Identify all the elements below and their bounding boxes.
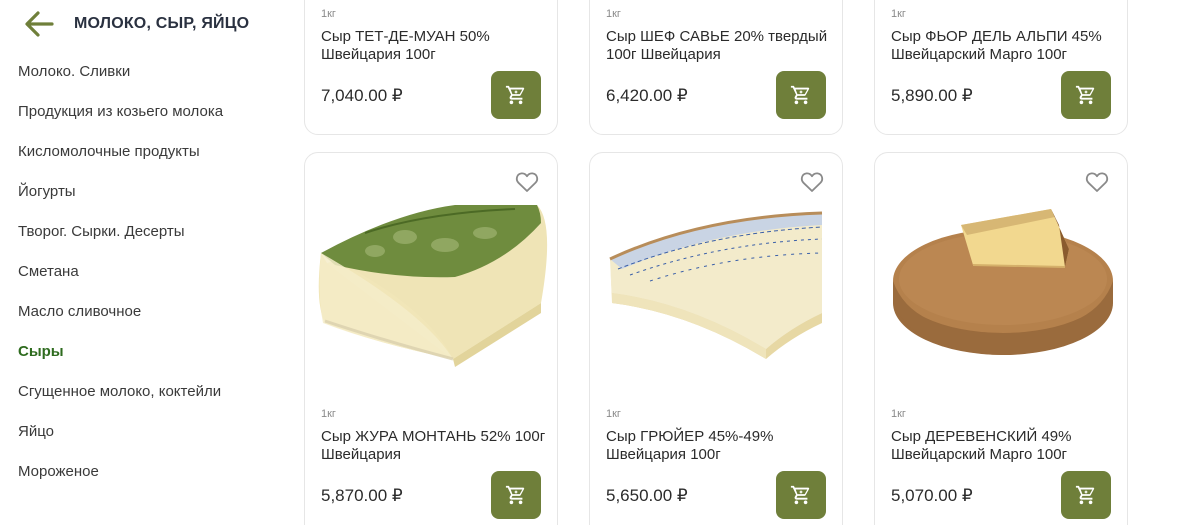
sidebar-item-yogurts[interactable]: Йогурты [18,172,223,212]
sidebar-item-eggs[interactable]: Яйцо [18,412,223,452]
product-card[interactable]: 1кг Сыр ДЕРЕВЕНСКИЙ 49% Швейцарский Марг… [874,152,1128,525]
sidebar-item-milk-cream[interactable]: Молоко. Сливки [18,52,223,92]
product-card[interactable]: 1кг Сыр ШЕФ САВЬЕ 20% твердый 100г Швейц… [589,0,843,135]
sidebar-item-butter[interactable]: Масло сливочное [18,292,223,332]
category-sidebar: МОЛОКО, СЫР, ЯЙЦО Молоко. Сливки Продукц… [0,0,290,525]
product-card[interactable]: 1кг Сыр ЖУРА МОНТАНЬ 52% 100г Швейцария … [304,152,558,525]
add-to-cart-button[interactable] [491,71,541,119]
favorite-button[interactable] [800,171,826,195]
sidebar-item-cheeses[interactable]: Сыры [18,332,223,372]
product-name[interactable]: Сыр ФЬОР ДЕЛЬ АЛЬПИ 45% Швейцарский Марг… [891,28,1121,64]
product-grid: 1кг Сыр ТЕТ-ДЕ-МУАН 50% Швейцария 100г 7… [304,0,1134,525]
add-to-cart-button[interactable] [1061,71,1111,119]
product-weight: 1кг [321,8,336,20]
cart-icon [790,85,810,105]
favorite-button[interactable] [515,171,541,195]
sidebar-header: МОЛОКО, СЫР, ЯЙЦО [22,6,249,42]
product-card[interactable]: 1кг Сыр ГРЮЙЕР 45%-49% Швейцария 100г 5,… [589,152,843,525]
add-to-cart-button[interactable] [776,71,826,119]
cart-icon [505,85,525,105]
product-price: 7,040.00 ₽ [321,86,403,105]
product-price: 5,650.00 ₽ [606,486,688,505]
add-to-cart-button[interactable] [491,471,541,519]
product-weight: 1кг [606,8,621,20]
arrow-left-icon [25,11,54,37]
product-price: 5,890.00 ₽ [891,86,973,105]
product-name[interactable]: Сыр ТЕТ-ДЕ-МУАН 50% Швейцария 100г [321,28,551,64]
sidebar-item-condensed-milk[interactable]: Сгущенное молоко, коктейли [18,372,223,412]
cart-icon [505,485,525,505]
sidebar-item-fermented-milk[interactable]: Кисломолочные продукты [18,132,223,172]
product-price: 6,420.00 ₽ [606,86,688,105]
back-button[interactable] [22,7,56,41]
sidebar-item-sour-cream[interactable]: Сметана [18,252,223,292]
sidebar-item-ice-cream[interactable]: Мороженое [18,452,223,492]
heart-outline-icon [1085,172,1109,192]
product-name[interactable]: Сыр ШЕФ САВЬЕ 20% твердый 100г Швейцария [606,28,836,64]
product-price: 5,070.00 ₽ [891,486,973,505]
product-weight: 1кг [606,408,621,420]
add-to-cart-button[interactable] [776,471,826,519]
favorite-button[interactable] [1085,171,1111,195]
category-title: МОЛОКО, СЫР, ЯЙЦО [74,15,250,32]
heart-outline-icon [800,172,824,192]
product-weight: 1кг [891,8,906,20]
product-weight: 1кг [891,408,906,420]
product-name[interactable]: Сыр ДЕРЕВЕНСКИЙ 49% Швейцарский Марго 10… [891,428,1121,464]
product-card[interactable]: 1кг Сыр ТЕТ-ДЕ-МУАН 50% Швейцария 100г 7… [304,0,558,135]
product-card[interactable]: 1кг Сыр ФЬОР ДЕЛЬ АЛЬПИ 45% Швейцарский … [874,0,1128,135]
sidebar-item-cottage-cheese[interactable]: Творог. Сырки. Десерты [18,212,223,252]
product-name[interactable]: Сыр ГРЮЙЕР 45%-49% Швейцария 100г [606,428,836,464]
cart-icon [1075,85,1095,105]
cart-icon [1075,485,1095,505]
product-weight: 1кг [321,408,336,420]
product-name[interactable]: Сыр ЖУРА МОНТАНЬ 52% 100г Швейцария [321,428,551,464]
heart-outline-icon [515,172,539,192]
subcategory-list: Молоко. Сливки Продукция из козьего моло… [18,52,223,492]
sidebar-item-goat-milk[interactable]: Продукция из козьего молока [18,92,223,132]
cart-icon [790,485,810,505]
product-price: 5,870.00 ₽ [321,486,403,505]
add-to-cart-button[interactable] [1061,471,1111,519]
